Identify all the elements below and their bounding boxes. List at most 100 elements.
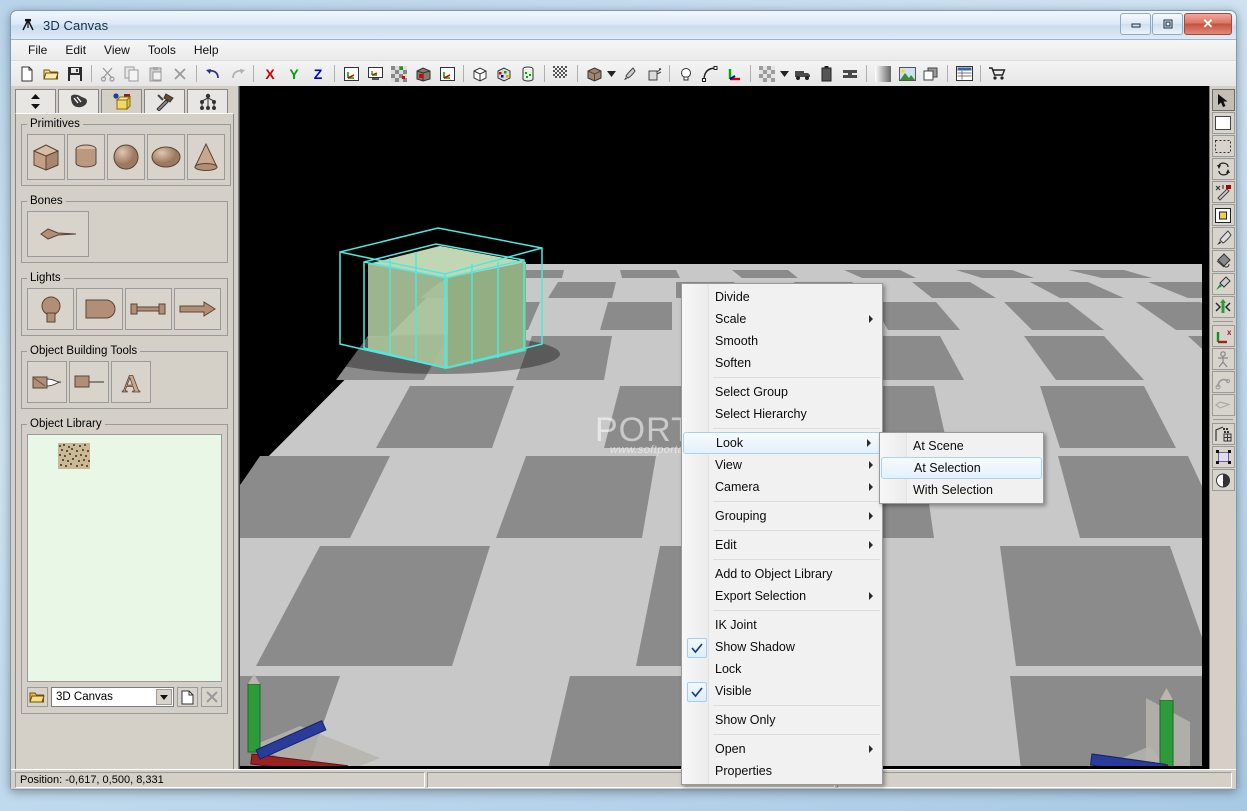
ctx-scale[interactable]: Scale — [682, 308, 882, 330]
cylinder-primitive[interactable] — [67, 134, 105, 180]
ctx-properties[interactable]: Properties — [682, 760, 882, 782]
extrude-tool[interactable] — [27, 361, 67, 403]
new-page-icon[interactable] — [177, 687, 198, 707]
point-light[interactable] — [27, 288, 74, 330]
ctx-soften[interactable]: Soften — [682, 352, 882, 374]
tab-tools[interactable] — [144, 89, 185, 113]
cart-icon[interactable] — [986, 63, 1008, 84]
menu-view[interactable]: View — [95, 41, 139, 59]
close-button[interactable]: ✕ — [1184, 13, 1232, 35]
image-icon[interactable] — [896, 63, 918, 84]
delete-x-icon[interactable] — [201, 687, 222, 707]
object-context-menu[interactable]: Divide Scale Smooth Soften Select Group … — [681, 283, 883, 785]
sub-at-scene[interactable]: At Scene — [880, 435, 1043, 457]
contrast-tool[interactable] — [1211, 469, 1235, 491]
bench-icon[interactable] — [839, 63, 861, 84]
paste-icon[interactable] — [145, 63, 167, 84]
sub-at-selection[interactable]: At Selection — [881, 457, 1042, 479]
checker-swatch-icon[interactable] — [756, 63, 778, 84]
ctx-ik-joint[interactable]: IK Joint — [682, 614, 882, 636]
ctx-view[interactable]: View — [682, 454, 882, 476]
tube-light[interactable] — [125, 288, 172, 330]
menu-file[interactable]: File — [19, 41, 56, 59]
table-icon[interactable] — [953, 63, 975, 84]
cut-scissors-icon[interactable] — [97, 63, 119, 84]
object-library-canvas[interactable] — [27, 434, 222, 682]
area-light[interactable] — [76, 288, 123, 330]
axis-z-icon[interactable]: Z — [307, 63, 329, 84]
material-dropdown-icon[interactable] — [606, 63, 617, 84]
magic-wand-tool[interactable] — [1211, 181, 1235, 203]
save-disk-icon[interactable] — [64, 63, 86, 84]
rectangle-tool[interactable] — [1211, 112, 1235, 134]
ctx-show-shadow[interactable]: Show Shadow — [682, 636, 882, 658]
paint-brush-icon[interactable] — [618, 63, 640, 84]
eyedropper-tool[interactable] — [1211, 273, 1235, 295]
fill-tool[interactable] — [1211, 250, 1235, 272]
bone-chain-tool[interactable] — [1211, 394, 1235, 416]
rotate-tool[interactable] — [1211, 158, 1235, 180]
view-monitor-icon[interactable] — [364, 63, 386, 84]
menu-help[interactable]: Help — [185, 41, 228, 59]
ctx-show-only[interactable]: Show Only — [682, 709, 882, 731]
ctx-smooth[interactable]: Smooth — [682, 330, 882, 352]
chevron-down-icon[interactable] — [156, 689, 172, 705]
ctx-lock[interactable]: Lock — [682, 658, 882, 680]
axis-x-tool[interactable]: x — [1211, 325, 1235, 347]
checker-dropdown-icon[interactable] — [779, 63, 790, 84]
ctx-select-group[interactable]: Select Group — [682, 381, 882, 403]
select-arrow-tool[interactable] — [1211, 89, 1235, 111]
material-cube-icon[interactable] — [583, 63, 605, 84]
tab-paint[interactable] — [58, 89, 99, 113]
look-submenu[interactable]: At Scene At Selection With Selection — [879, 432, 1044, 504]
mesh-edit-tool[interactable] — [1211, 423, 1235, 445]
cube-primitive[interactable] — [27, 134, 65, 180]
figure-tool[interactable] — [1211, 348, 1235, 370]
menu-tools[interactable]: Tools — [139, 41, 185, 59]
object-library-combo[interactable]: 3D Canvas — [51, 687, 174, 707]
ctx-camera[interactable]: Camera — [682, 476, 882, 498]
minimize-button[interactable] — [1120, 13, 1151, 35]
bone-tool[interactable] — [27, 211, 89, 257]
cylinder-icon[interactable] — [517, 63, 539, 84]
delete-x-icon[interactable] — [169, 63, 191, 84]
sphere-primitive[interactable] — [107, 134, 145, 180]
lathe-tool[interactable] — [69, 361, 109, 403]
curve-icon[interactable] — [699, 63, 721, 84]
view-single-icon[interactable] — [340, 63, 362, 84]
ctx-add-to-object-library[interactable]: Add to Object Library — [682, 563, 882, 585]
ctx-export-selection[interactable]: Export Selection — [682, 585, 882, 607]
cone-primitive[interactable] — [187, 134, 225, 180]
axis-x-icon[interactable]: X — [259, 63, 281, 84]
axis-y-icon[interactable]: Y — [283, 63, 305, 84]
directional-light[interactable] — [174, 288, 221, 330]
view-cube-icon[interactable] — [412, 63, 434, 84]
tab-transform[interactable] — [15, 89, 56, 113]
ctx-look[interactable]: Look — [683, 432, 881, 454]
ctx-visible[interactable]: Visible — [682, 680, 882, 702]
wireframe-cube-icon[interactable] — [469, 63, 491, 84]
gradient-icon[interactable] — [872, 63, 894, 84]
ctx-select-hierarchy[interactable]: Select Hierarchy — [682, 403, 882, 425]
tab-objects[interactable] — [101, 89, 142, 113]
textured-cube-icon[interactable] — [493, 63, 515, 84]
arm-tool[interactable] — [1211, 371, 1235, 393]
layers-icon[interactable] — [920, 63, 942, 84]
ctx-divide[interactable]: Divide — [682, 286, 882, 308]
menu-edit[interactable]: Edit — [56, 41, 95, 59]
redo-arrow-icon[interactable] — [226, 63, 248, 84]
texture-thumbnail[interactable] — [58, 443, 90, 469]
ellipsoid-primitive[interactable] — [147, 134, 185, 180]
spray-can-icon[interactable] — [642, 63, 664, 84]
marquee-select-tool[interactable] — [1211, 135, 1235, 157]
sub-with-selection[interactable]: With Selection — [880, 479, 1043, 501]
new-file-icon[interactable] — [16, 63, 38, 84]
undo-arrow-icon[interactable] — [202, 63, 224, 84]
light-bulb-icon[interactable] — [675, 63, 697, 84]
grid-icon[interactable] — [550, 63, 572, 84]
battery-icon[interactable] — [815, 63, 837, 84]
axis-gizmo-icon[interactable] — [723, 63, 745, 84]
ctx-open[interactable]: Open — [682, 738, 882, 760]
transform-box-tool[interactable] — [1211, 446, 1235, 468]
brush-tool[interactable] — [1211, 227, 1235, 249]
